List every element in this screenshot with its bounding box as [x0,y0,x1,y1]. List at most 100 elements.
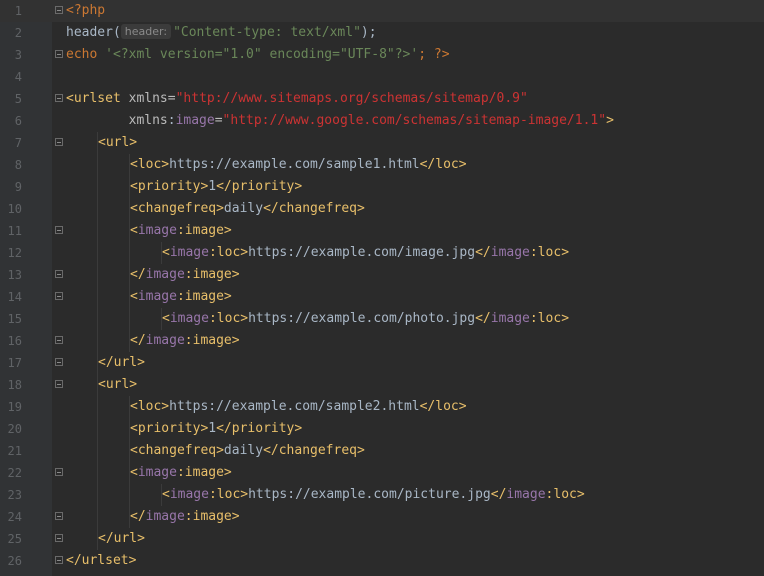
code-text[interactable]: <image:loc>https://example.com/picture.j… [162,484,585,506]
code-token: :image> [184,267,240,282]
code-line[interactable]: 2 header(header: "Content-type: text/xml")… [0,22,764,44]
code-token: < [162,487,170,502]
code-line[interactable]: 16 </image:image> [0,330,764,352]
line-number: 24 [7,510,22,524]
fold-toggle-icon[interactable] [55,6,63,14]
code-line[interactable]: 11 <image:image> [0,220,764,242]
code-text[interactable]: echo '<?xml version="1.0" encoding="UTF-… [66,44,450,66]
code-line[interactable]: 8 <loc>https://example.com/sample1.html</… [0,154,764,176]
code-line[interactable]: 20 <priority>1</priority> [0,418,764,440]
code-line[interactable]: 25 </url> [0,528,764,550]
code-line[interactable]: 15 <image:loc>https://example.com/photo.j… [0,308,764,330]
code-token: <loc> [130,157,170,172]
code-editor[interactable]: 1 <?php 2 header(header: "Content-type: text… [0,0,764,576]
code-text[interactable]: </image:image> [130,330,240,352]
code-text[interactable]: <image:loc>https://example.com/photo.jpg… [162,308,569,330]
code-text[interactable]: </url> [98,528,145,550]
code-token: "http://www.sitemaps.org/schemas/sitemap… [175,91,528,106]
code-token: : [167,113,176,128]
code-text[interactable]: <image:image> [130,462,232,484]
code-text[interactable]: </image:image> [130,506,240,528]
fold-toggle-icon[interactable] [55,380,63,388]
code-text[interactable]: <priority>1</priority> [130,418,302,440]
line-number: 15 [7,312,22,326]
code-text[interactable]: <changefreq>daily</changefreq> [130,198,365,220]
code-token: image [169,487,209,502]
code-text[interactable]: <url> [98,132,137,154]
fold-toggle-icon[interactable] [55,556,63,564]
line-number: 14 [7,290,22,304]
code-line[interactable]: 26 </urlset> [0,550,764,572]
code-token: :image> [176,223,232,238]
code-text[interactable]: <loc>https://example.com/sample2.html</l… [130,396,467,418]
line-number: 4 [14,70,22,84]
code-text[interactable]: <image:image> [130,286,232,308]
fold-toggle-icon[interactable] [55,358,63,366]
fold-toggle-icon[interactable] [55,468,63,476]
code-text[interactable]: <changefreq>daily</changefreq> [130,440,365,462]
code-line[interactable]: 9 <priority>1</priority> [0,176,764,198]
code-line[interactable]: 13 </image:image> [0,264,764,286]
fold-toggle-icon[interactable] [55,336,63,344]
code-text[interactable]: </urlset> [66,550,136,572]
code-token: image [506,487,546,502]
code-line[interactable]: 4 [0,66,764,88]
code-line[interactable]: 23 <image:loc>https://example.com/picture… [0,484,764,506]
code-token: </changefreq> [263,201,365,216]
code-text[interactable]: </image:image> [130,264,240,286]
parameter-hint: header: [120,24,172,39]
code-token: :image> [176,289,232,304]
code-line[interactable]: 5 <urlset xmlns="http://www.sitemaps.org/… [0,88,764,110]
code-token: https://example.com/sample2.html [169,399,420,414]
code-text[interactable]: <url> [98,374,137,396]
fold-toggle-icon[interactable] [55,534,63,542]
line-number: 19 [7,400,22,414]
fold-toggle-icon[interactable] [55,226,63,234]
code-text[interactable]: <image:image> [130,220,232,242]
code-line[interactable]: 1 <?php [0,0,764,22]
code-text[interactable]: xmlns:image="http://www.google.com/schem… [66,110,614,132]
fold-toggle-icon[interactable] [55,138,63,146]
code-token: :loc> [529,311,570,326]
code-text[interactable]: <priority>1</priority> [130,176,302,198]
code-line[interactable]: 6 xmlns:image="http://www.google.com/sch… [0,110,764,132]
code-text[interactable]: <urlset xmlns="http://www.sitemaps.org/s… [66,88,528,110]
line-number: 7 [14,136,22,150]
code-token: xmlns= [128,91,176,106]
code-line[interactable]: 21 <changefreq>daily</changefreq> [0,440,764,462]
code-line[interactable]: 17 </url> [0,352,764,374]
code-line[interactable]: 19 <loc>https://example.com/sample2.html<… [0,396,764,418]
code-text[interactable]: <image:loc>https://example.com/image.jpg… [162,242,569,264]
code-line[interactable]: 14 <image:image> [0,286,764,308]
code-token: daily [223,201,264,216]
code-line[interactable]: 24 </image:image> [0,506,764,528]
fold-toggle-icon[interactable] [55,50,63,58]
fold-toggle-icon[interactable] [55,512,63,520]
code-token: image [145,267,185,282]
code-token: "http://www.google.com/schemas/sitemap-i… [222,113,607,128]
line-number: 2 [14,26,22,40]
code-token: </ [130,333,146,348]
code-token: <changefreq> [130,201,224,216]
code-token: daily [223,443,264,458]
fold-toggle-icon[interactable] [55,292,63,300]
code-token: https://example.com/sample1.html [169,157,420,172]
code-text[interactable]: header(header: "Content-type: text/xml"); [66,22,377,44]
code-text[interactable]: <?php [66,0,105,22]
line-number: 3 [14,48,22,62]
code-token: image [175,113,215,128]
code-line[interactable]: 10 <changefreq>daily</changefreq> [0,198,764,220]
code-token: </ [130,267,146,282]
code-text[interactable]: <loc>https://example.com/sample1.html</l… [130,154,467,176]
code-text[interactable]: </url> [98,352,145,374]
code-token: '<?xml version="1.0" encoding="UTF-8"?>' [105,47,419,62]
code-line[interactable]: 7 <url> [0,132,764,154]
code-line[interactable]: 18 <url> [0,374,764,396]
code-token: :loc> [208,487,249,502]
fold-toggle-icon[interactable] [55,94,63,102]
code-line[interactable]: 3 echo '<?xml version="1.0" encoding="UTF… [0,44,764,66]
code-line[interactable]: 22 <image:image> [0,462,764,484]
fold-toggle-icon[interactable] [55,270,63,278]
code-token: image [169,245,209,260]
code-line[interactable]: 12 <image:loc>https://example.com/image.j… [0,242,764,264]
